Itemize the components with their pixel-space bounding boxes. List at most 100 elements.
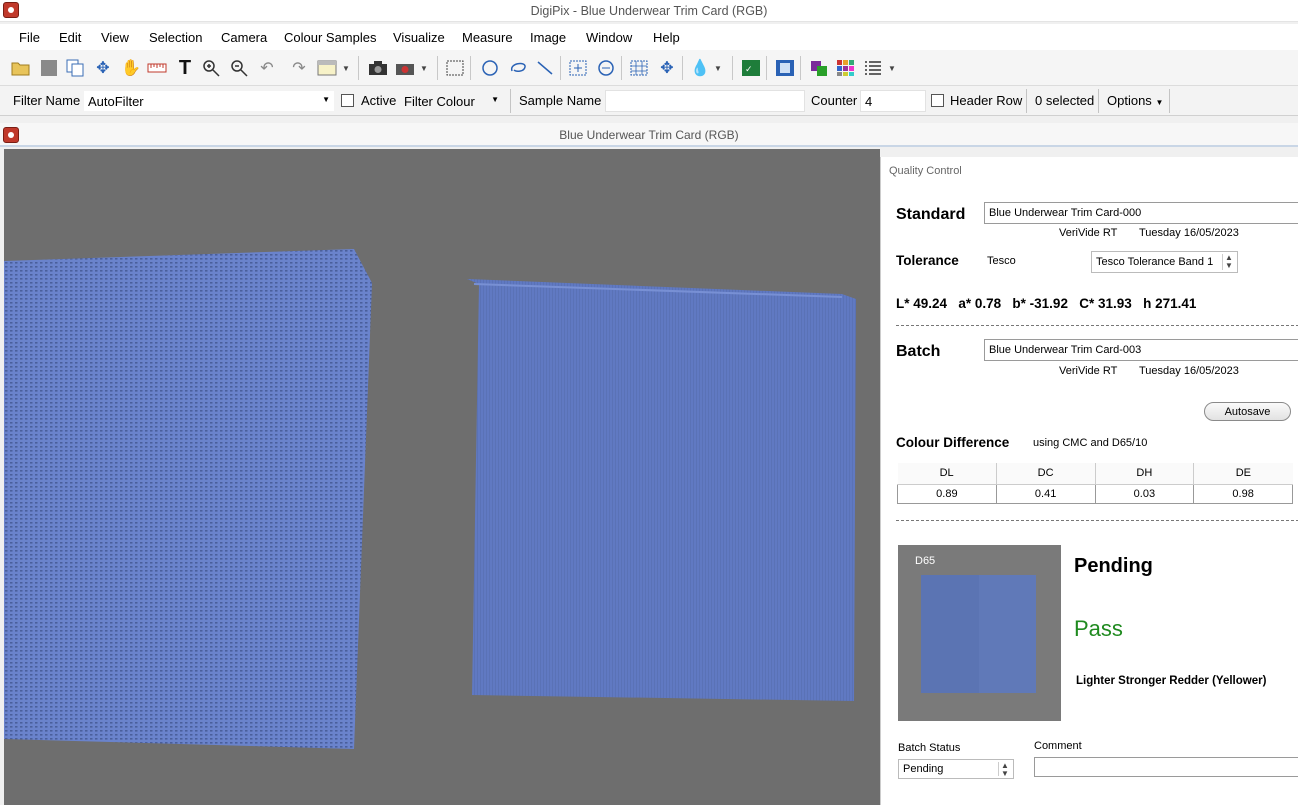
table-row[interactable]: 0.89 0.41 0.03 0.98 [897,483,1293,504]
menu-camera[interactable]: Camera [221,30,267,45]
app-title-bar: DigiPix - Blue Underwear Trim Card (RGB) [0,0,1298,22]
standard-label: Standard [896,206,966,223]
selected-count: 0 selected [1035,93,1095,108]
lab-a: 0.78 [974,296,1002,311]
report-icon[interactable] [774,57,796,79]
excel-icon[interactable]: ✓ [740,57,762,79]
camera-dropdown-icon[interactable]: ▼ [418,57,430,79]
autosave-button[interactable]: Autosave [1204,402,1291,421]
dropper-icon[interactable]: 💧 [689,57,711,79]
move-icon[interactable]: ✥ [92,57,114,79]
svg-text:✓: ✓ [745,65,753,75]
menu-edit[interactable]: Edit [59,30,81,45]
save-icon[interactable] [38,57,60,79]
rect-select-icon[interactable] [444,57,466,79]
colour-swatch-preview: D65 [898,545,1061,721]
menu-image[interactable]: Image [530,30,566,45]
app-title: DigiPix - Blue Underwear Trim Card (RGB) [530,4,768,18]
options-button[interactable]: Options ▼ [1107,93,1163,108]
menu-colour-samples[interactable]: Colour Samples [284,30,377,45]
zoom-in-icon[interactable] [200,57,222,79]
list-dropdown-icon[interactable]: ▼ [886,57,898,79]
value-dc: 0.41 [995,483,1096,504]
fit-icon[interactable] [567,57,589,79]
hand-icon[interactable]: ✋ [120,57,142,79]
value-dh: 0.03 [1094,483,1195,504]
batch-swatch [979,575,1036,693]
palette-icon[interactable] [808,57,830,79]
menu-bar: File Edit View Selection Camera Colour S… [0,24,1298,50]
comment-input[interactable] [1034,757,1298,777]
filter-name-value: AutoFilter [88,94,144,109]
header-de: DE [1193,463,1293,485]
fabric-sample-rib [467,279,856,701]
menu-view[interactable]: View [101,30,129,45]
zoom-out-icon[interactable] [228,57,250,79]
camera-icon[interactable] [367,57,389,79]
text-icon[interactable]: T [174,57,196,79]
undo-icon[interactable]: ↶ [256,57,278,79]
standard-name-field[interactable]: Blue Underwear Trim Card-000 [984,202,1298,224]
ellipse-select-icon[interactable] [479,57,501,79]
camera-settings-icon[interactable] [394,57,416,79]
counter-label: Counter [811,93,858,108]
ruler-icon[interactable] [146,57,168,79]
lab-b: -31.92 [1029,296,1068,311]
chevron-down-icon: ▼ [491,95,499,104]
pan-icon[interactable]: ✥ [656,57,678,79]
rotate-icon[interactable] [595,57,617,79]
grid-icon[interactable] [628,57,650,79]
chevron-down-icon: ▼ [1155,98,1164,107]
table-header-row: DL DC DH DE [897,463,1293,485]
dropper-dropdown-icon[interactable]: ▼ [712,57,724,79]
swatch-grid-icon[interactable] [835,57,857,79]
tolerance-band-select[interactable]: Tesco Tolerance Band 1 ▲ ▼ [1091,251,1238,273]
list-icon[interactable] [862,57,884,79]
sample-image-canvas[interactable] [4,149,880,805]
menu-file[interactable]: File [19,30,40,45]
line-icon[interactable] [534,57,556,79]
batch-status-label: Batch Status [898,742,961,754]
lasso-icon[interactable] [507,57,529,79]
active-label: Active [361,93,397,108]
divider [896,325,1298,326]
filter-name-select[interactable]: AutoFilter ▼ [83,90,335,112]
header-dc: DC [996,463,1096,485]
batch-name-field[interactable]: Blue Underwear Trim Card-003 [984,339,1298,361]
status-primary: Pending [1074,555,1153,577]
result-status: Pass [1074,616,1123,641]
redo-icon[interactable]: ↷ [288,57,310,79]
menu-measure[interactable]: Measure [462,30,513,45]
active-checkbox[interactable] [341,94,354,107]
document-title: Blue Underwear Trim Card (RGB) [559,128,739,142]
filter-colour-select[interactable]: Filter Colour ▼ [399,90,504,112]
batch-device: VeriVide RT [1059,365,1118,377]
sample-name-input[interactable] [605,90,805,112]
menu-window[interactable]: Window [586,30,632,45]
standard-device: VeriVide RT [1059,227,1118,239]
lab-h: 271.41 [1155,296,1197,311]
fabric-sample-mesh [4,249,372,749]
header-dh: DH [1095,463,1195,485]
document-title-bar: Blue Underwear Trim Card (RGB) [0,123,1298,147]
counter-input[interactable]: 4 [860,90,926,112]
value-dl: 0.89 [897,483,997,504]
header-row-label: Header Row [950,93,1023,108]
menu-selection[interactable]: Selection [149,30,202,45]
window-icon[interactable] [316,57,338,79]
options-label: Options [1107,93,1152,108]
open-folder-icon[interactable] [10,57,32,79]
header-dl: DL [897,463,997,485]
chevron-down-icon: ▼ [322,95,330,104]
batch-status-select[interactable]: Pending ▲ ▼ [898,759,1014,779]
filter-bar: Filter Name AutoFilter ▼ Active Filter C… [0,86,1298,116]
copy-icon[interactable] [64,57,86,79]
panel-title: Quality Control [889,165,962,177]
colour-description: Lighter Stronger Redder (Yellower) [1076,675,1267,687]
window-dropdown-icon[interactable]: ▼ [340,57,352,79]
header-row-checkbox[interactable] [931,94,944,107]
menu-visualize[interactable]: Visualize [393,30,445,45]
comment-label: Comment [1034,740,1082,752]
spinner-icon: ▲ ▼ [998,762,1011,778]
menu-help[interactable]: Help [653,30,680,45]
